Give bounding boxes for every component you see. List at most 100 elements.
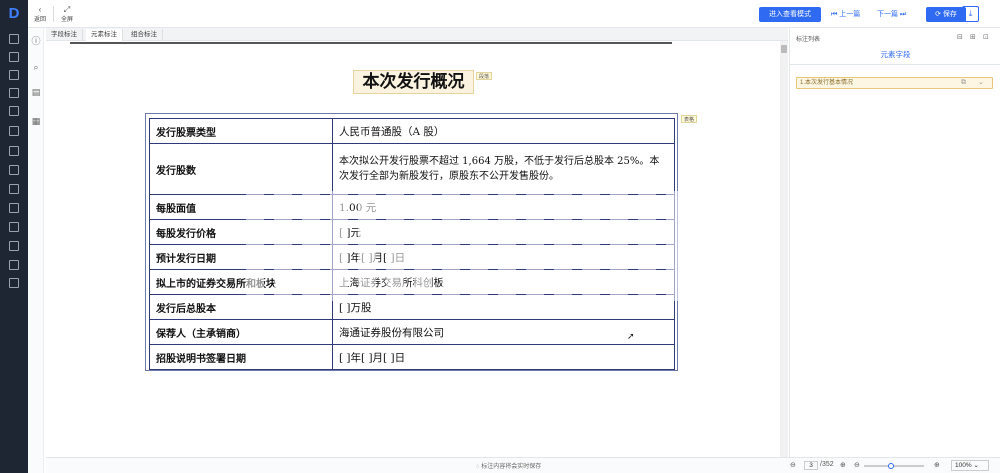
chevron-left-icon: ‹ — [38, 5, 42, 14]
table-row: 发行股数 本次拟公开发行股票不超过 1,664 万股，不低于发行后总股本 25%。… — [149, 143, 675, 195]
save-label: 保存 — [942, 11, 957, 18]
table-row: 每股面值 1.00 元 — [149, 194, 675, 220]
row-value: [ ]元 — [332, 219, 675, 245]
document-icon[interactable] — [9, 52, 19, 62]
tab-combination[interactable]: 组合标注 — [126, 29, 163, 41]
copy-icon[interactable] — [9, 146, 19, 156]
zoom-in-icon[interactable]: ⊕ — [934, 461, 940, 469]
tab-field[interactable]: 字段标注 — [46, 29, 83, 41]
prev-label: 上一篇 — [839, 11, 861, 18]
table-row: 拟上市的证券交易所和板块 上海证券交易所科创板 — [149, 269, 675, 295]
annotation-item[interactable]: 1.本次发行基本情况 ⧉ ⌄ — [796, 77, 993, 89]
toolbar-divider — [53, 6, 54, 22]
file-icon[interactable] — [9, 88, 19, 98]
zoom-slider-knob[interactable] — [888, 463, 894, 469]
offering-table: 发行股票类型 人民币普通股（A 股） 发行股数 本次拟公开发行股票不超过 1,664… — [149, 118, 675, 370]
row-key: 发行后总股本 — [149, 294, 333, 320]
tab-element-fields[interactable]: 元素字段 — [790, 48, 1000, 62]
collapse-icon[interactable]: ⊡ — [983, 33, 989, 41]
section-title[interactable]: 本次发行概况 — [353, 70, 474, 94]
table-icon[interactable] — [9, 126, 19, 136]
left-rail: D — [0, 0, 28, 473]
document-icon[interactable] — [9, 70, 19, 80]
next-document-button[interactable]: 下一篇 ⏭ — [877, 7, 906, 22]
download-icon[interactable]: ⤓ — [962, 6, 979, 22]
grid-icon[interactable] — [9, 34, 19, 44]
table-row: 每股发行价格[ ]元 — [149, 219, 675, 245]
info-icon[interactable]: ⓘ — [31, 36, 41, 46]
skip-back-icon: ⏮ — [831, 11, 840, 18]
zoom-out-icon[interactable]: ⊖ — [854, 461, 860, 469]
annotation-panel: 标注列表 ⊟ ⊞ ⊡ 元素字段 1.本次发行基本情况 ⧉ ⌄ — [789, 28, 1000, 473]
tab-element[interactable]: 元素标注 — [86, 29, 123, 41]
document-icon[interactable]: ▤ — [31, 87, 41, 97]
row-key: 每股面值 — [149, 194, 333, 220]
page-number-input[interactable]: 3 — [804, 461, 818, 470]
annotation-item-label: 1.本次发行基本情况 — [800, 80, 854, 86]
table-row: 保荐人（主承销商） 海通证券股份有限公司 — [149, 319, 675, 345]
copy-icon[interactable]: ⧉ — [961, 78, 966, 88]
panel-header: 标注列表 — [796, 37, 821, 43]
mouse-cursor-icon: ➚ — [627, 331, 635, 341]
stack-icon[interactable] — [9, 184, 19, 194]
table-row: 招股说明书签署日期[ ]年[ ]月[ ]日 — [149, 344, 675, 370]
row-value: 人民币普通股（A 股） — [332, 118, 675, 144]
row-key: 每股发行价格 — [149, 219, 333, 245]
refresh-icon: ⟳ — [935, 11, 943, 18]
document-canvas: 本次发行概况 段落 表格 发行股票类型 人民币普通股（A 股） 发行股数 本次拟公开… — [46, 41, 780, 457]
file-icon[interactable] — [9, 203, 19, 213]
row-value: [ ]年[ ]月[ ]日 — [332, 244, 675, 270]
table-selection-box[interactable]: 发行股票类型 人民币普通股（A 股） 发行股数 本次拟公开发行股票不超过 1,664… — [145, 113, 678, 371]
file-icon[interactable] — [9, 106, 19, 116]
next-page-icon[interactable]: ⊕ — [840, 461, 846, 469]
row-key: 预计发行日期 — [149, 244, 333, 270]
tool-column: ⓘ ⌕ ▤ ▦ — [28, 28, 44, 473]
next-label: 下一篇 — [877, 11, 898, 18]
back-button[interactable]: ‹ 返回 — [30, 5, 50, 23]
list-icon[interactable] — [9, 278, 19, 288]
save-button[interactable]: ⟳ 保存 — [926, 7, 966, 22]
search-icon[interactable]: ⌕ — [31, 62, 41, 72]
edit-icon[interactable] — [9, 222, 19, 232]
preview-mode-button[interactable]: 进入查看模式 — [759, 7, 821, 22]
panel-divider — [790, 64, 1000, 65]
status-bar: ◌ 标注内容将会实时保存 ⊖ 3 /352 ⊕ ⊖ ⊕ 100% ⌄ — [46, 457, 1000, 473]
top-toolbar: ‹ 返回 ⤢ 全屏 进入查看模式 ⏮ 上一篇 下一篇 ⏭ ⟳ 保存 ⤓ — [28, 0, 1000, 28]
zoom-value: 100% — [955, 462, 972, 469]
row-key: 保荐人（主承销商） — [149, 319, 333, 345]
file-icon[interactable] — [9, 165, 19, 175]
document-scrollbar[interactable] — [780, 41, 788, 457]
page-top-edge — [70, 42, 672, 44]
row-value: 1.00 元 — [332, 194, 675, 220]
row-key: 招股说明书签署日期 — [149, 344, 333, 370]
row-key: 拟上市的证券交易所和板块 — [149, 269, 333, 295]
fullscreen-button[interactable]: ⤢ 全屏 — [57, 5, 77, 23]
list-icon[interactable]: ▦ — [31, 116, 41, 126]
app-logo-icon: D — [8, 5, 20, 22]
fullscreen-label: 全屏 — [60, 17, 73, 23]
zoom-slider[interactable] — [864, 463, 924, 469]
chevron-down-icon[interactable]: ⌄ — [978, 78, 984, 88]
expand-icon[interactable]: ⊞ — [970, 33, 976, 41]
row-value: 上海证券交易所科创板 — [332, 269, 675, 295]
row-value: 海通证券股份有限公司 — [332, 319, 675, 345]
table-row: 发行股票类型 人民币普通股（A 股） — [149, 118, 675, 144]
expand-icon: ⤢ — [63, 5, 71, 14]
app-window: D ‹ 返回 ⤢ 全屏 进入查看模式 ⏮ 上一篇 下一篇 ⏭ ⟳ 保存 ⤓ ⓘ … — [0, 0, 1000, 473]
table-tag: 表格 — [681, 115, 698, 123]
filter-icon[interactable] — [9, 241, 19, 251]
annotation-tabs: 字段标注 元素标注 组合标注 — [46, 28, 788, 41]
row-value: 本次拟公开发行股票不超过 1,664 万股，不低于发行后总股本 25%。本次发行… — [332, 143, 675, 195]
prev-document-button[interactable]: ⏮ 上一篇 — [831, 7, 860, 22]
table-row: 发行后总股本[ ]万股 — [149, 294, 675, 320]
autosave-hint-text: 标注内容将会实时保存 — [481, 464, 542, 470]
gear-icon[interactable] — [9, 260, 19, 270]
prev-page-icon[interactable]: ⊖ — [790, 461, 796, 469]
table-row: 预计发行日期[ ]年[ ]月[ ]日 — [149, 244, 675, 270]
skip-forward-icon: ⏭ — [898, 11, 907, 18]
scrollbar-thumb[interactable] — [781, 45, 787, 53]
zoom-select[interactable]: 100% ⌄ — [951, 460, 989, 471]
row-key: 发行股数 — [149, 143, 333, 195]
row-value: [ ]万股 — [332, 294, 675, 320]
filter-icon[interactable]: ⊟ — [957, 33, 963, 41]
